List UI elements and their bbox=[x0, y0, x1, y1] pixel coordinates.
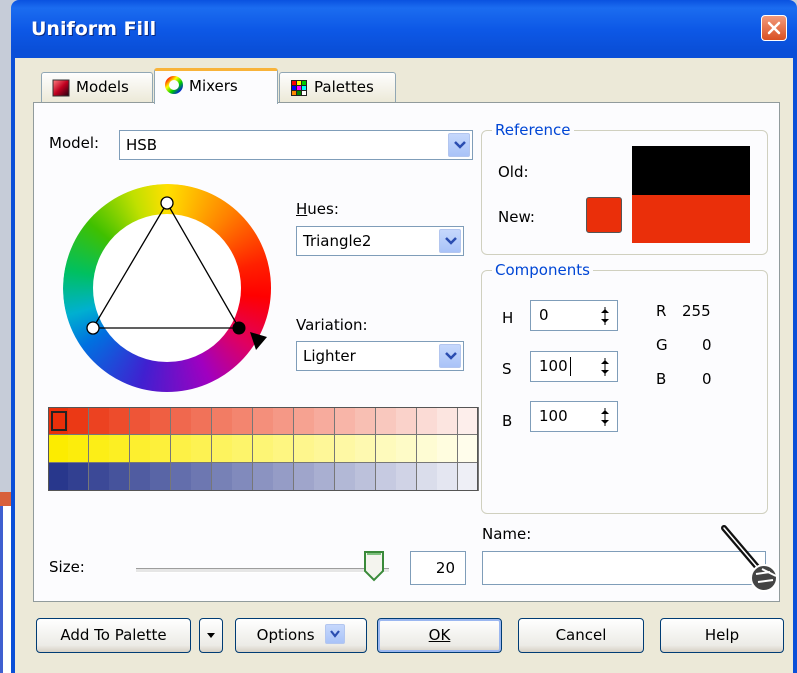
reference-legend: Reference bbox=[495, 121, 571, 139]
cancel-button[interactable]: Cancel bbox=[518, 618, 644, 653]
h-label: H bbox=[502, 309, 514, 327]
g-label: G bbox=[656, 336, 668, 354]
components-legend: Components bbox=[495, 261, 590, 279]
size-slider-track[interactable] bbox=[136, 568, 389, 573]
s-label: S bbox=[502, 360, 512, 378]
spin-icon[interactable] bbox=[597, 406, 613, 428]
add-to-palette-button[interactable]: Add To Palette bbox=[36, 618, 191, 653]
close-button[interactable] bbox=[761, 15, 787, 41]
new-color-chip[interactable] bbox=[586, 197, 622, 233]
selected-color-cell bbox=[51, 411, 67, 431]
chevron-down-icon bbox=[454, 141, 466, 149]
s-spinbox[interactable]: 100 bbox=[530, 351, 618, 382]
help-label: Help bbox=[704, 626, 740, 644]
chevron-down-icon bbox=[207, 632, 215, 638]
chevron-down-icon bbox=[330, 629, 341, 638]
s-value: 100 bbox=[539, 357, 568, 375]
chevron-down-icon bbox=[445, 352, 457, 360]
hues-dropdown-button[interactable] bbox=[439, 229, 461, 253]
new-color-label: New: bbox=[498, 208, 535, 226]
chevron-down-icon bbox=[445, 237, 457, 245]
hues-select[interactable]: Triangle2 bbox=[296, 226, 464, 256]
variation-label: Variation: bbox=[296, 316, 368, 334]
model-select[interactable]: HSB bbox=[119, 130, 473, 160]
model-value: HSB bbox=[126, 136, 158, 154]
triangle-handle-right[interactable] bbox=[232, 321, 246, 335]
cancel-label: Cancel bbox=[555, 626, 607, 644]
options-button[interactable]: Options bbox=[235, 618, 367, 653]
variation-select[interactable]: Lighter bbox=[296, 341, 464, 371]
add-to-palette-menu-button[interactable] bbox=[199, 618, 223, 653]
rgb-b-label: B bbox=[656, 370, 667, 388]
help-button[interactable]: Help bbox=[660, 618, 784, 653]
ok-button[interactable]: OK bbox=[377, 618, 502, 653]
triangle-handle-top[interactable] bbox=[160, 196, 174, 210]
options-dropdown bbox=[325, 623, 346, 644]
options-label: Options bbox=[256, 626, 315, 644]
rgb-b-value: 0 bbox=[702, 370, 712, 388]
components-group: Components bbox=[481, 261, 768, 514]
h-value: 0 bbox=[539, 306, 549, 324]
r-label: R bbox=[656, 302, 667, 320]
g-value: 0 bbox=[702, 336, 712, 354]
spin-icon[interactable] bbox=[597, 356, 613, 378]
uniform-fill-dialog: Uniform Fill Models Mixers Palettes Mode… bbox=[11, 0, 797, 673]
model-dropdown-button[interactable] bbox=[448, 133, 470, 157]
hues-value: Triangle2 bbox=[303, 232, 372, 250]
new-color-swatch bbox=[632, 195, 750, 243]
b-label: B bbox=[502, 412, 513, 430]
color-grid-frame bbox=[48, 407, 478, 491]
hand-cursor-icon bbox=[721, 525, 778, 592]
hue-pointer-icon bbox=[250, 332, 267, 350]
add-to-palette-label: Add To Palette bbox=[60, 626, 167, 644]
title-bar[interactable]: Uniform Fill bbox=[11, 0, 797, 58]
size-input[interactable]: 20 bbox=[410, 551, 466, 585]
ok-label: OK bbox=[428, 626, 451, 644]
dialog-client-area: Models Mixers Palettes Model: HSB Hues: … bbox=[15, 58, 793, 673]
window-title: Uniform Fill bbox=[31, 18, 157, 40]
text-caret bbox=[570, 357, 571, 376]
triangle-handle-left[interactable] bbox=[86, 321, 100, 335]
b-spinbox[interactable]: 100 bbox=[530, 401, 618, 432]
r-value: 255 bbox=[682, 302, 711, 320]
h-spinbox[interactable]: 0 bbox=[530, 300, 618, 331]
variation-value: Lighter bbox=[303, 347, 356, 365]
close-icon bbox=[767, 21, 781, 35]
old-color-swatch bbox=[632, 146, 750, 195]
hues-label-text: ues: bbox=[307, 200, 339, 218]
color-variation-grid[interactable] bbox=[48, 407, 479, 491]
slider-thumb-icon[interactable] bbox=[363, 550, 385, 582]
name-label: Name: bbox=[482, 525, 532, 543]
spin-icon[interactable] bbox=[597, 305, 613, 327]
size-label: Size: bbox=[49, 558, 85, 576]
hues-label: Hues: bbox=[296, 200, 339, 218]
b-value: 100 bbox=[539, 407, 568, 425]
variation-dropdown-button[interactable] bbox=[439, 344, 461, 368]
hue-triangle[interactable] bbox=[63, 184, 293, 414]
old-color-label: Old: bbox=[498, 163, 529, 181]
model-label: Model: bbox=[49, 134, 100, 152]
size-value: 20 bbox=[435, 559, 455, 577]
